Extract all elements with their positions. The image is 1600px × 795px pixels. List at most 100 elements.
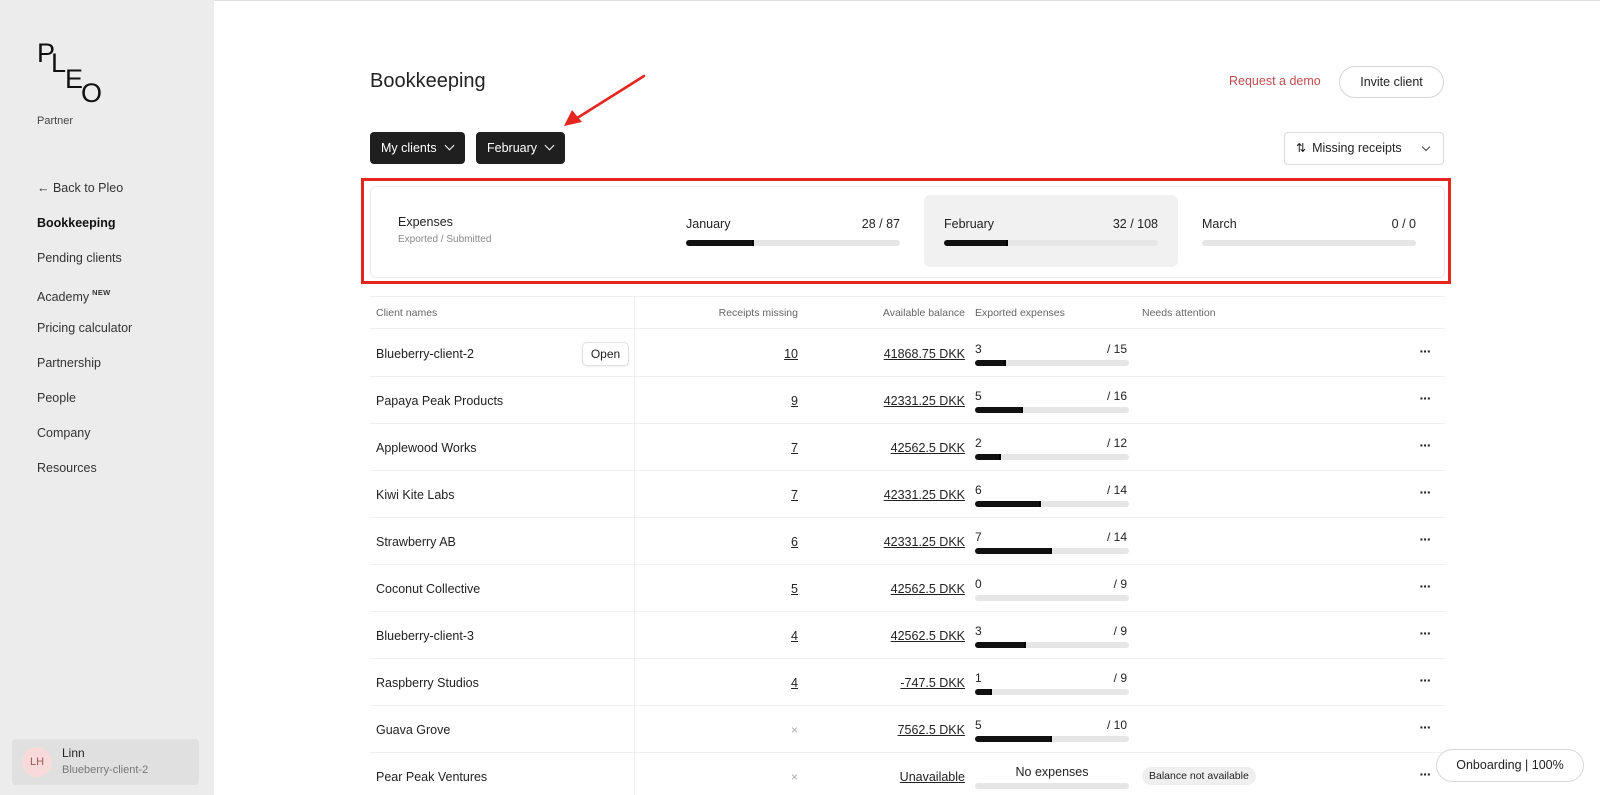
more-options-icon[interactable]: ··· xyxy=(1416,625,1434,643)
exported-progress-bar xyxy=(975,689,1129,695)
more-options-icon[interactable]: ··· xyxy=(1416,719,1434,737)
receipts-missing-value[interactable]: 9 xyxy=(791,394,798,408)
sidebar-item-back[interactable]: ← Back to Pleo xyxy=(37,181,132,216)
exported-expenses-cell: 5 / 16 xyxy=(975,389,1129,417)
table-row[interactable]: Blueberry-client-2 Open 10 41868.75 DKK 3 / 1… xyxy=(370,330,1445,377)
more-options-icon[interactable]: ··· xyxy=(1416,672,1434,690)
onboarding-progress-button[interactable]: Onboarding | 100% xyxy=(1436,749,1584,782)
client-name[interactable]: Coconut Collective xyxy=(376,582,480,596)
exported-count: 2 xyxy=(975,436,982,450)
clients-filter-dropdown[interactable]: My clients xyxy=(370,132,465,164)
table-row[interactable]: Kiwi Kite Labs 7 42331.25 DKK 6 / 14 ··· xyxy=(370,471,1445,518)
no-expenses-label: No expenses xyxy=(1015,765,1089,779)
exported-expenses-cell: 2 / 12 xyxy=(975,436,1129,464)
table-row[interactable]: Coconut Collective 5 42562.5 DKK 0 / 9 ··· xyxy=(370,565,1445,612)
sidebar: P L E O Partner ← Back to Pleo Bookkeepi… xyxy=(0,0,214,795)
sidebar-item-pending-clients[interactable]: Pending clients xyxy=(37,251,132,286)
page-title: Bookkeeping xyxy=(370,70,486,92)
table-row[interactable]: Guava Grove × 7562.5 DKK 5 / 10 ··· xyxy=(370,706,1445,753)
available-balance-value[interactable]: 42331.25 DKK xyxy=(884,488,965,502)
header-needs-attention[interactable]: Needs attention xyxy=(1142,307,1216,319)
table-row[interactable]: Raspberry Studios 4 -747.5 DKK 1 / 9 ··· xyxy=(370,659,1445,706)
client-name[interactable]: Applewood Works xyxy=(376,441,477,455)
sidebar-item-company[interactable]: Company xyxy=(37,426,132,461)
pleo-logo[interactable]: P L E O xyxy=(37,40,107,107)
table-row[interactable]: Pear Peak Ventures × Unavailable No expense… xyxy=(370,753,1445,795)
available-balance-value[interactable]: 42562.5 DKK xyxy=(891,629,965,643)
chevron-down-icon xyxy=(544,140,555,151)
receipts-missing-value[interactable]: 7 xyxy=(791,488,798,502)
submitted-total: / 9 xyxy=(1113,624,1127,638)
available-balance-value[interactable]: 42331.25 DKK xyxy=(884,535,965,549)
client-name[interactable]: Blueberry-client-3 xyxy=(376,629,474,643)
table-header: Client names Receipts missing Available … xyxy=(370,296,1445,329)
client-name[interactable]: Guava Grove xyxy=(376,723,450,737)
available-balance-value[interactable]: -747.5 DKK xyxy=(900,676,965,690)
receipts-missing-value[interactable]: 7 xyxy=(791,441,798,455)
client-name[interactable]: Pear Peak Ventures xyxy=(376,770,487,784)
more-options-icon[interactable]: ··· xyxy=(1416,484,1434,502)
receipts-missing-value: × xyxy=(790,723,798,737)
available-balance-value[interactable]: 7562.5 DKK xyxy=(898,723,965,737)
table-row[interactable]: Strawberry AB 6 42331.25 DKK 7 / 14 ··· xyxy=(370,518,1445,565)
receipts-missing-value[interactable]: 4 xyxy=(791,676,798,690)
client-name[interactable]: Papaya Peak Products xyxy=(376,394,503,408)
more-options-icon[interactable]: ··· xyxy=(1416,766,1434,784)
table-row[interactable]: Papaya Peak Products 9 42331.25 DKK 5 / 16 ··… xyxy=(370,377,1445,424)
submitted-total: / 9 xyxy=(1113,577,1127,591)
submitted-total: / 9 xyxy=(1113,671,1127,685)
exported-progress-fill xyxy=(975,548,1052,554)
more-options-icon[interactable]: ··· xyxy=(1416,531,1434,549)
invite-client-button[interactable]: Invite client xyxy=(1339,66,1444,98)
client-name[interactable]: Raspberry Studios xyxy=(376,676,479,690)
client-name[interactable]: Kiwi Kite Labs xyxy=(376,488,455,502)
more-options-icon[interactable]: ··· xyxy=(1416,437,1434,455)
available-balance-value[interactable]: 42562.5 DKK xyxy=(891,582,965,596)
needs-attention-badge: Balance not available xyxy=(1142,767,1256,785)
sidebar-item-pricing-calculator[interactable]: Pricing calculator xyxy=(37,321,132,356)
header-receipts-missing[interactable]: Receipts missing xyxy=(719,307,798,319)
sidebar-item-people[interactable]: People xyxy=(37,391,132,426)
more-options-icon[interactable]: ··· xyxy=(1416,343,1434,361)
receipts-missing-value: × xyxy=(790,770,798,784)
available-balance-value[interactable]: 41868.75 DKK xyxy=(884,347,965,361)
exported-progress-bar xyxy=(975,736,1129,742)
header-exported-expenses[interactable]: Exported expenses xyxy=(975,307,1065,319)
avatar: LH xyxy=(22,747,52,777)
receipts-missing-value[interactable]: 5 xyxy=(791,582,798,596)
receipts-missing-value[interactable]: 10 xyxy=(784,347,798,361)
exported-progress-fill xyxy=(975,736,1052,742)
user-switcher[interactable]: LH Linn Blueberry-client-2 xyxy=(12,739,199,785)
open-client-button[interactable]: Open xyxy=(582,342,629,366)
client-name[interactable]: Strawberry AB xyxy=(376,535,456,549)
header-client-names[interactable]: Client names xyxy=(376,307,437,319)
exported-count: 6 xyxy=(975,483,982,497)
more-options-icon[interactable]: ··· xyxy=(1416,578,1434,596)
sort-dropdown[interactable]: ⇅ Missing receipts xyxy=(1284,132,1444,165)
table-row[interactable]: Applewood Works 7 42562.5 DKK 2 / 12 ··· xyxy=(370,424,1445,471)
client-name[interactable]: Blueberry-client-2 xyxy=(376,347,474,361)
available-balance-value[interactable]: 42331.25 DKK xyxy=(884,394,965,408)
sidebar-item-academy[interactable]: Academy NEW xyxy=(37,286,132,321)
month-filter-dropdown[interactable]: February xyxy=(476,132,566,164)
exported-progress-bar xyxy=(975,548,1129,554)
header-available-balance[interactable]: Available balance xyxy=(883,307,965,319)
exported-progress-bar xyxy=(975,642,1129,648)
more-options-icon[interactable]: ··· xyxy=(1416,390,1434,408)
request-demo-link[interactable]: Request a demo xyxy=(1229,74,1321,88)
exported-progress-fill xyxy=(975,689,993,695)
submitted-total: / 15 xyxy=(1106,342,1127,356)
available-balance-value[interactable]: Unavailable xyxy=(900,770,965,784)
receipts-missing-value[interactable]: 4 xyxy=(791,629,798,643)
sidebar-item-resources[interactable]: Resources xyxy=(37,461,132,496)
annotation-arrow-icon xyxy=(564,74,646,126)
table-row[interactable]: Blueberry-client-3 4 42562.5 DKK 3 / 9 ··· xyxy=(370,612,1445,659)
available-balance-value[interactable]: 42562.5 DKK xyxy=(891,441,965,455)
sidebar-item-bookkeeping[interactable]: Bookkeeping xyxy=(37,216,132,251)
receipts-missing-value[interactable]: 6 xyxy=(791,535,798,549)
sort-arrows-icon: ⇅ xyxy=(1296,141,1307,155)
exported-progress-fill xyxy=(975,501,1041,507)
sort-label: Missing receipts xyxy=(1312,141,1402,155)
exported-expenses-cell: No expenses xyxy=(975,765,1129,793)
sidebar-item-partnership[interactable]: Partnership xyxy=(37,356,132,391)
